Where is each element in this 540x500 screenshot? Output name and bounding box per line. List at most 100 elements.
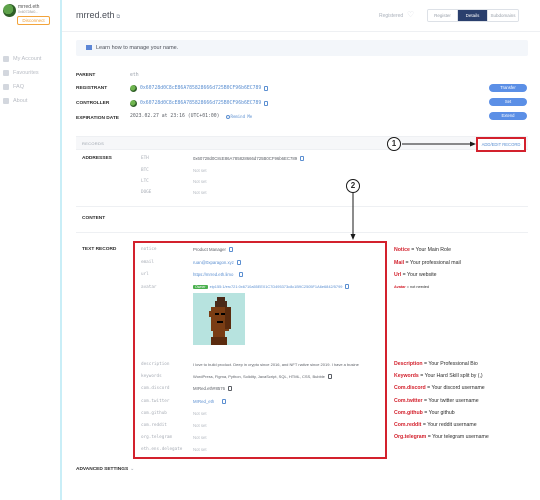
records-title: RECORDS — [82, 141, 105, 146]
annotation-key: Com.discord — [394, 385, 426, 391]
annotation-telegram: Org.telegram = Your telegram username — [394, 434, 489, 440]
address-avatar — [130, 100, 137, 107]
chevron-down-icon: ⌄ — [130, 467, 135, 472]
callout-circle-1: 1 — [387, 137, 401, 151]
annotation-key: Avatar — [394, 285, 406, 289]
sidebar-item-label: My Account — [13, 56, 42, 62]
sidebar-item-favourites[interactable]: Favourites — [3, 66, 41, 80]
address-value-eth[interactable]: 0x60728d0C8cE86A785828666d725B0CF96b6EC7… — [193, 156, 305, 161]
parent-value[interactable]: eth — [130, 73, 139, 78]
domain-name: mrred.eth — [76, 10, 115, 20]
annotation-text: = Your telegram username — [426, 434, 489, 440]
annotation-text: = not needed — [405, 285, 430, 289]
annotation-avatar: Avatar = not needed — [394, 285, 429, 289]
disconnect-button[interactable]: Disconnect — [17, 16, 50, 25]
tab-register[interactable]: Register — [428, 10, 458, 21]
copy-icon[interactable] — [264, 101, 269, 106]
annotation-text: = Your github — [422, 410, 455, 416]
avatar[interactable] — [3, 4, 16, 17]
annotation-mail: Mail = Your professional mail — [394, 260, 461, 266]
book-icon — [86, 45, 92, 51]
sidebar-nav: My Account Favourites FAQ About — [3, 52, 41, 108]
annotation-key: Description — [394, 361, 423, 367]
callout-circle-2: 2 — [346, 179, 360, 193]
annotation-text: = Your Main Role — [409, 247, 451, 253]
addresses-label: ADDRESSES — [82, 156, 112, 161]
annotation-notice: Notice = Your Main Role — [394, 247, 451, 253]
controller-value[interactable]: 0x60728d0C8cE86A785828666d725B0CF96b6EC7… — [130, 100, 269, 107]
copy-icon[interactable] — [300, 156, 305, 161]
sidebar-item-label: About — [13, 98, 28, 104]
expiration-date: 2023.02.27 at 23:16 (UTC+01:00) — [130, 114, 220, 119]
divider — [76, 206, 528, 207]
remind-me-link[interactable]: Remind Me — [225, 114, 253, 119]
add-edit-record-button[interactable]: ADD/EDIT RECORD — [476, 137, 526, 152]
annotation-text: = Your Hard Skill split by (,) — [418, 373, 483, 379]
annotation-reddit: Com.reddit = Your reddit username — [394, 422, 477, 428]
annotation-keywords: Keywords = Your Hard Skill split by (,) — [394, 373, 483, 379]
parent-label: PARENT — [76, 73, 96, 78]
text-record-label: TEXT RECORD — [82, 247, 117, 252]
page-title: mrred.eth ⧉ — [76, 10, 120, 20]
user-icon — [3, 56, 9, 62]
advanced-settings-toggle[interactable]: ADVANCED SETTINGS ⌄ — [76, 467, 134, 472]
annotation-description: Description = Your Professional Bio — [394, 361, 478, 367]
sidebar-item-about[interactable]: About — [3, 94, 41, 108]
annotation-discord: Com.discord = Your discord username — [394, 385, 485, 391]
transfer-button[interactable]: Transfer — [489, 84, 527, 92]
annotation-text: = Your website — [401, 272, 437, 278]
account-address: 0x60728d0... — [18, 10, 39, 14]
address-value-btc: Not set — [193, 168, 207, 173]
text-record-highlight — [133, 241, 387, 459]
heart-icon — [3, 70, 9, 76]
annotation-key: Com.reddit — [394, 422, 422, 428]
registrant-label: REGISTRANT — [76, 86, 108, 91]
address-avatar — [130, 85, 137, 92]
address-value-ltc: Not set — [193, 179, 207, 184]
extend-button[interactable]: Extend — [489, 112, 527, 120]
annotation-text: = Your twitter username — [422, 398, 479, 404]
sidebar-item-label: Favourites — [13, 70, 39, 76]
address-key-ltc: LTC — [141, 179, 149, 184]
annotation-key: Keywords — [394, 373, 419, 379]
favourite-heart-icon[interactable]: ♡ — [407, 10, 414, 19]
sidebar-item-my-account[interactable]: My Account — [3, 52, 41, 66]
set-button[interactable]: Set — [489, 98, 527, 106]
annotation-text: = Your Professional Bio — [422, 361, 478, 367]
address-value-doge: Not set — [193, 190, 207, 195]
learn-banner[interactable]: Learn how to manage your name. — [76, 40, 528, 56]
address-key-eth: ETH — [141, 156, 149, 161]
external-link-icon[interactable]: ⧉ — [117, 14, 121, 20]
annotation-text: = Your reddit username — [421, 422, 477, 428]
annotation-url: Url = Your website — [394, 272, 437, 278]
annotation-key: Com.twitter — [394, 398, 423, 404]
question-icon — [3, 84, 9, 90]
eth-address[interactable]: 0x60728d0C8cE86A785828666d725B0CF96b6EC7… — [193, 156, 297, 161]
annotation-key: Mail — [394, 260, 405, 266]
sidebar-item-label: FAQ — [13, 84, 25, 90]
annotation-key: Com.github — [394, 410, 423, 416]
expiration-value: 2023.02.27 at 23:16 (UTC+01:00) Remind Me — [130, 114, 252, 119]
registrant-address[interactable]: 0x60728d0C8cE86A785828666d725B0CF96b6EC7… — [140, 86, 261, 91]
sidebar: mrred.eth 0x60728d0... Disconnect My Acc… — [0, 0, 62, 500]
annotation-text: = Your discord username — [425, 385, 485, 391]
annotation-github: Com.github = Your github — [394, 410, 455, 416]
expiration-label: EXPIRATION DATE — [76, 116, 119, 121]
records-header: RECORDS — [76, 137, 528, 150]
address-key-doge: DOGE — [141, 190, 152, 195]
remind-me-label: Remind Me — [230, 114, 253, 119]
annotation-key: Notice — [394, 247, 410, 253]
sidebar-item-faq[interactable]: FAQ — [3, 80, 41, 94]
controller-label: CONTROLLER — [76, 101, 110, 106]
info-icon — [3, 98, 9, 104]
learn-link[interactable]: Learn how to manage your name. — [96, 45, 178, 51]
annotation-twitter: Com.twitter = Your twitter username — [394, 398, 479, 404]
controller-address[interactable]: 0x60728d0C8cE86A785828666d725B0CF96b6EC7… — [140, 101, 261, 106]
alarm-icon — [225, 115, 230, 119]
tab-details[interactable]: Details — [458, 10, 488, 21]
tab-bar: Register Details Subdomains — [427, 9, 519, 22]
tab-subdomains[interactable]: Subdomains — [488, 10, 518, 21]
registrant-value[interactable]: 0x60728d0C8cE86A785828666d725B0CF96b6EC7… — [130, 85, 269, 92]
copy-icon[interactable] — [264, 86, 269, 91]
annotation-text: = Your professional mail — [404, 260, 461, 266]
